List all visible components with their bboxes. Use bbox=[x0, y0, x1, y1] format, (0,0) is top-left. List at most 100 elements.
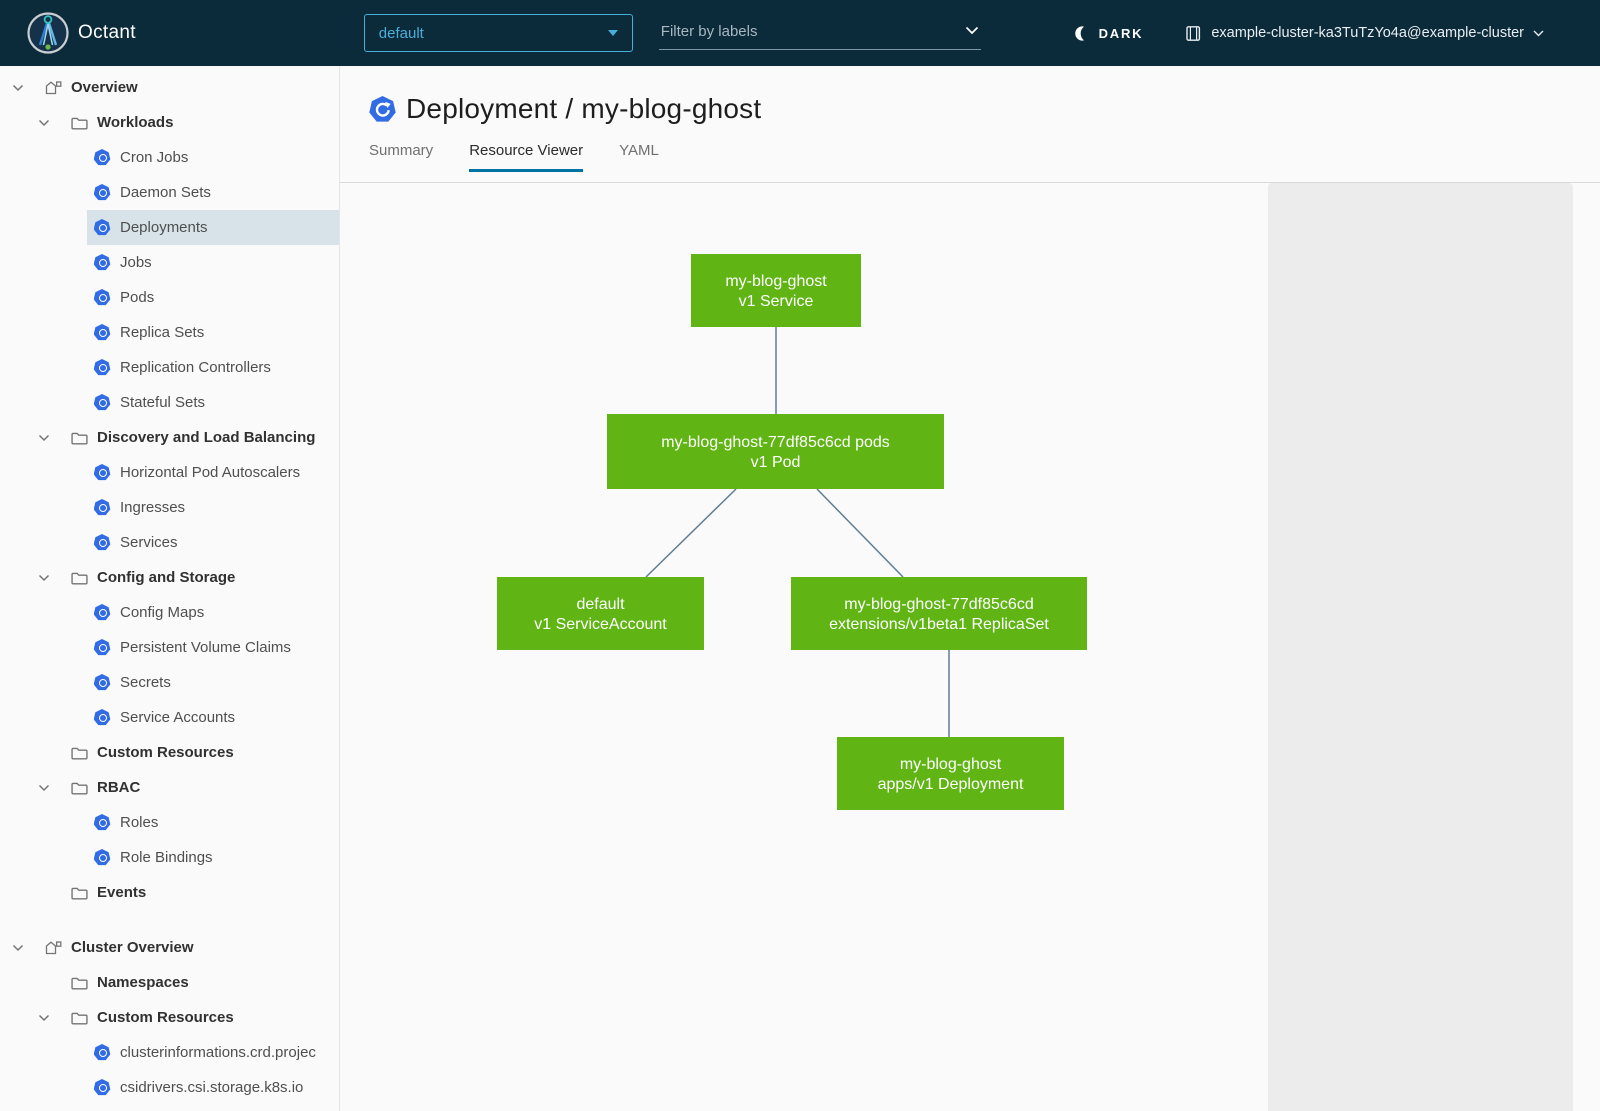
resource-graph: my-blog-ghostv1 Service my-blog-ghost-77d… bbox=[340, 183, 1268, 1109]
namespace-select-value: default bbox=[379, 25, 424, 42]
custom-resource-icon bbox=[93, 1079, 111, 1096]
chevron-down-icon[interactable] bbox=[36, 119, 52, 127]
sidebar-item-config-and-storage[interactable]: Config and Storage bbox=[0, 560, 339, 595]
sidebar-item-label: Cluster Overview bbox=[71, 939, 194, 956]
replica-sets-icon bbox=[93, 324, 111, 341]
tab-yaml[interactable]: YAML bbox=[619, 142, 659, 172]
graph-node-pods[interactable]: my-blog-ghost-77df85c6cd podsv1 Pod bbox=[607, 414, 944, 489]
sidebar-item-label: Roles bbox=[120, 814, 158, 831]
chevron-down-icon[interactable] bbox=[36, 784, 52, 792]
page-title: Deployment / my-blog-ghost bbox=[406, 93, 761, 125]
sidebar-item-label: Overview bbox=[71, 79, 138, 96]
jobs-icon bbox=[93, 254, 111, 271]
graph-node-replicaset[interactable]: my-blog-ghost-77df85c6cdextensions/v1bet… bbox=[791, 577, 1087, 650]
sidebar-item-label: RBAC bbox=[97, 779, 140, 796]
cluster-icon bbox=[1185, 25, 1202, 42]
folder-icon bbox=[70, 431, 88, 445]
folder-icon bbox=[70, 781, 88, 795]
chevron-down-icon[interactable] bbox=[36, 574, 52, 582]
stateful-sets-icon bbox=[93, 394, 111, 411]
main-content: Deployment / my-blog-ghost Summary Resou… bbox=[340, 66, 1600, 1111]
sidebar-item-pods[interactable]: Pods bbox=[0, 280, 339, 315]
chevron-down-icon[interactable] bbox=[36, 434, 52, 442]
role-bindings-icon bbox=[93, 849, 111, 866]
namespace-select[interactable]: default bbox=[364, 14, 633, 52]
sidebar-item-secrets[interactable]: Secrets bbox=[0, 665, 339, 700]
sidebar-item-service-accounts[interactable]: Service Accounts bbox=[0, 700, 339, 735]
sidebar-item-label: Discovery and Load Balancing bbox=[97, 429, 315, 446]
sidebar-item-deployments[interactable]: Deployments bbox=[0, 210, 339, 245]
sidebar-item-custom-resources[interactable]: Custom Resources bbox=[0, 735, 339, 770]
sidebar-item-daemon-sets[interactable]: Daemon Sets bbox=[0, 175, 339, 210]
sidebar-item-replica-sets[interactable]: Replica Sets bbox=[0, 315, 339, 350]
folder-icon bbox=[70, 571, 88, 585]
sidebar-item-rbac[interactable]: RBAC bbox=[0, 770, 339, 805]
deployments-icon bbox=[93, 219, 111, 236]
folder-icon bbox=[70, 886, 88, 900]
caret-down-icon bbox=[608, 30, 618, 36]
sidebar-item-custom-resources[interactable]: Custom Resources bbox=[0, 1000, 339, 1035]
graph-edge-1 bbox=[646, 489, 736, 577]
ingresses-icon bbox=[93, 499, 111, 516]
chevron-down-icon[interactable] bbox=[36, 1014, 52, 1022]
chevron-down-icon[interactable] bbox=[10, 944, 26, 952]
theme-toggle[interactable]: DARK bbox=[1073, 25, 1144, 42]
sidebar-item-workloads[interactable]: Workloads bbox=[0, 105, 339, 140]
sidebar-item-roles[interactable]: Roles bbox=[0, 805, 339, 840]
sidebar-item-label: Jobs bbox=[120, 254, 152, 271]
sidebar-item-label: csidrivers.csi.storage.k8s.io bbox=[120, 1079, 303, 1096]
top-header: Octant default DARK example-cluster-ka3T… bbox=[0, 0, 1600, 66]
sidebar-item-role-bindings[interactable]: Role Bindings bbox=[0, 840, 339, 875]
sidebar-item-cron-jobs[interactable]: Cron Jobs bbox=[0, 140, 339, 175]
sidebar-item-ingresses[interactable]: Ingresses bbox=[0, 490, 339, 525]
sidebar-item-label: Cron Jobs bbox=[120, 149, 188, 166]
horizontal-pod-autoscalers-icon bbox=[93, 464, 111, 481]
sidebar-item-namespaces[interactable]: Namespaces bbox=[0, 965, 339, 1000]
theme-toggle-label: DARK bbox=[1099, 26, 1144, 41]
graph-edge-2 bbox=[817, 489, 903, 577]
cluster-selector[interactable]: example-cluster-ka3TuTzYo4a@example-clus… bbox=[1185, 25, 1544, 42]
sidebar-item-clusterinformations-crd-projec[interactable]: clusterinformations.crd.projec bbox=[0, 1035, 339, 1070]
label-filter bbox=[659, 17, 981, 50]
sidebar-item-cluster-overview[interactable]: Cluster Overview bbox=[0, 930, 339, 965]
chevron-down-icon bbox=[1533, 30, 1544, 37]
app-title: Octant bbox=[78, 22, 136, 44]
sidebar-item-label: Config and Storage bbox=[97, 569, 235, 586]
sidebar-item-discovery-and-load-balancing[interactable]: Discovery and Load Balancing bbox=[0, 420, 339, 455]
graph-node-serviceaccount[interactable]: defaultv1 ServiceAccount bbox=[497, 577, 704, 650]
sidebar-item-label: Workloads bbox=[97, 114, 173, 131]
folder-icon bbox=[70, 116, 88, 130]
sidebar-item-label: Services bbox=[120, 534, 178, 551]
graph-node-deployment[interactable]: my-blog-ghostapps/v1 Deployment bbox=[837, 737, 1064, 810]
tab-summary[interactable]: Summary bbox=[369, 142, 433, 172]
daemon-sets-icon bbox=[93, 184, 111, 201]
folder-icon bbox=[70, 746, 88, 760]
sidebar-item-label: Daemon Sets bbox=[120, 184, 211, 201]
sidebar-item-stateful-sets[interactable]: Stateful Sets bbox=[0, 385, 339, 420]
sidebar-item-jobs[interactable]: Jobs bbox=[0, 245, 339, 280]
label-filter-input[interactable] bbox=[659, 17, 981, 50]
graph-node-service[interactable]: my-blog-ghostv1 Service bbox=[691, 254, 861, 327]
sidebar-item-config-maps[interactable]: Config Maps bbox=[0, 595, 339, 630]
sidebar-item-replication-controllers[interactable]: Replication Controllers bbox=[0, 350, 339, 385]
sidebar-item-label: Custom Resources bbox=[97, 1009, 234, 1026]
sidebar-item-services[interactable]: Services bbox=[0, 525, 339, 560]
detail-panel[interactable] bbox=[1268, 183, 1573, 1111]
tab-resource-viewer[interactable]: Resource Viewer bbox=[469, 142, 583, 172]
sidebar-item-label: Deployments bbox=[120, 219, 208, 236]
chevron-down-icon[interactable] bbox=[10, 84, 26, 92]
sidebar-item-label: Config Maps bbox=[120, 604, 204, 621]
sidebar-item-label: Role Bindings bbox=[120, 849, 213, 866]
sidebar-item-persistent-volume-claims[interactable]: Persistent Volume Claims bbox=[0, 630, 339, 665]
cron-jobs-icon bbox=[93, 149, 111, 166]
sidebar-item-horizontal-pod-autoscalers[interactable]: Horizontal Pod Autoscalers bbox=[0, 455, 339, 490]
tab-bar: Summary Resource Viewer YAML bbox=[369, 142, 1600, 172]
chevron-down-icon[interactable] bbox=[965, 26, 979, 35]
sidebar-item-events[interactable]: Events bbox=[0, 875, 339, 910]
sidebar-item-overview[interactable]: Overview bbox=[0, 70, 339, 105]
config-maps-icon bbox=[93, 604, 111, 621]
sidebar-item-csidrivers-csi-storage-k8s-io[interactable]: csidrivers.csi.storage.k8s.io bbox=[0, 1070, 339, 1105]
cluster-label: example-cluster-ka3TuTzYo4a@example-clus… bbox=[1211, 25, 1524, 41]
roles-icon bbox=[93, 814, 111, 831]
octant-logo bbox=[27, 12, 69, 54]
